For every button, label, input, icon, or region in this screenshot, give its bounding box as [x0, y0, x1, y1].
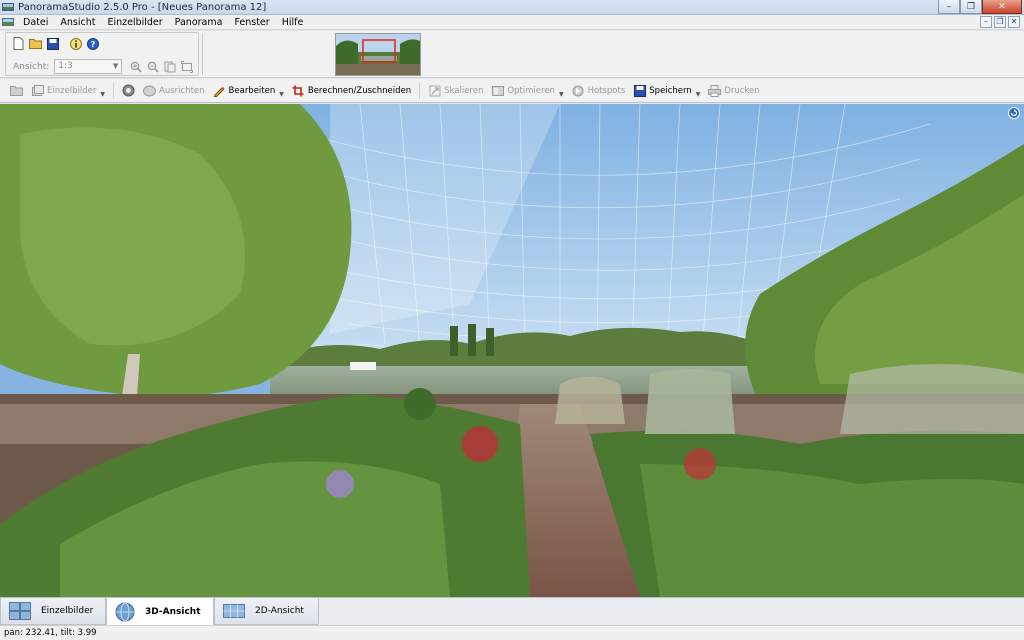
globe-icon: [115, 602, 135, 621]
bearbeiten-label: Bearbeiten: [228, 85, 276, 96]
einzelbilder-label: Einzelbilder: [47, 85, 97, 96]
app-logo-icon: [2, 3, 14, 11]
minimize-button[interactable]: –: [938, 0, 960, 14]
open-folder-icon[interactable]: [29, 37, 42, 50]
menu-fenster[interactable]: Fenster: [228, 15, 275, 30]
file-icon-row: ?: [12, 37, 99, 50]
info-icon[interactable]: [69, 37, 82, 50]
window-title: PanoramaStudio 2.5.0 Pro - [Neues Panora…: [18, 1, 267, 13]
skalieren-button[interactable]: Skalieren: [424, 81, 487, 101]
panorama-3d-viewport[interactable]: [0, 104, 1024, 597]
printer-icon: [708, 84, 722, 97]
zoom-value: 1:3: [58, 61, 73, 71]
folder-image-icon: [10, 86, 23, 96]
tab-einzelbilder-label: Einzelbilder: [41, 606, 94, 616]
new-file-icon[interactable]: [12, 37, 25, 50]
bearbeiten-button[interactable]: Bearbeiten ▼: [209, 81, 288, 101]
svg-text:?: ?: [90, 40, 95, 49]
toolbar-divider: [202, 33, 203, 75]
panorama-scene: [0, 104, 1024, 597]
tab-2d-ansicht-label: 2D-Ansicht: [255, 606, 304, 616]
edit-pencil-icon: [213, 84, 226, 97]
images-icon: [31, 84, 44, 97]
menu-datei[interactable]: Datei: [17, 15, 54, 30]
main-toolbar: ? Ansicht: 1:3 ▼: [0, 31, 1024, 78]
add-images-button[interactable]: [0, 81, 27, 101]
help-icon[interactable]: ?: [86, 37, 99, 50]
title-bar: PanoramaStudio 2.5.0 Pro - [Neues Panora…: [0, 0, 1024, 15]
drucken-button[interactable]: Drucken: [704, 81, 763, 101]
doc-minimize-button[interactable]: –: [980, 16, 992, 28]
optimize-icon: [491, 84, 504, 97]
view-tab-bar: Einzelbilder 3D-Ansicht 2D-Ansicht: [0, 597, 1024, 626]
hotspots-label: Hotspots: [587, 85, 626, 96]
zoom-out-icon[interactable]: [146, 60, 159, 73]
berechnen-zuschneiden-button[interactable]: Berechnen/Zuschneiden: [288, 81, 415, 101]
bearbeiten-dropdown-icon[interactable]: ▼: [279, 91, 284, 98]
tab-einzelbilder[interactable]: Einzelbilder: [0, 598, 106, 625]
optimieren-label: Optimieren: [507, 85, 555, 96]
navigator-preview: [336, 34, 420, 75]
zoom-label: Ansicht:: [13, 61, 50, 72]
status-bar: pan: 232.41, tilt: 3.99: [0, 625, 1024, 640]
tab-3d-ansicht-label: 3D-Ansicht: [145, 606, 201, 617]
zoom-fit-icon[interactable]: [180, 60, 193, 73]
toolbar-separator: [113, 82, 115, 99]
save-disk-icon: [633, 84, 646, 97]
menu-panorama[interactable]: Panorama: [169, 15, 229, 30]
optimieren-button[interactable]: Optimieren ▼: [487, 81, 567, 101]
drucken-label: Drucken: [724, 85, 760, 96]
berechnen-label: Berechnen/Zuschneiden: [307, 85, 412, 96]
doc-restore-button[interactable]: ❐: [994, 16, 1006, 28]
tab-3d-ansicht[interactable]: 3D-Ansicht: [106, 598, 214, 626]
flat-panorama-icon: [223, 604, 245, 618]
speichern-button[interactable]: Speichern ▼: [629, 81, 704, 101]
lens-icon: [122, 84, 135, 97]
zoom-in-icon[interactable]: [129, 60, 142, 73]
ausrichten-button[interactable]: Ausrichten: [139, 81, 209, 101]
maximize-button[interactable]: ❐: [960, 0, 982, 14]
reset-view-icon[interactable]: [1008, 107, 1020, 119]
optimieren-dropdown-icon[interactable]: ▼: [559, 91, 564, 98]
chevron-down-icon: ▼: [112, 62, 119, 70]
einzelbilder-dropdown-icon[interactable]: ▼: [100, 91, 105, 98]
speichern-label: Speichern: [649, 85, 692, 96]
menu-hilfe[interactable]: Hilfe: [276, 15, 310, 30]
align-icon: [143, 84, 157, 97]
zoom-tools: [129, 60, 193, 73]
window-controls: – ❐ ✕: [938, 0, 1022, 14]
image-grid-icon: [9, 602, 31, 620]
zoom-row: Ansicht: 1:3 ▼: [13, 59, 193, 74]
workflow-toolbar: Einzelbilder ▼ Ausrichten Bearbeiten ▼ B…: [0, 79, 1024, 103]
skalieren-label: Skalieren: [444, 85, 484, 96]
tab-2d-ansicht[interactable]: 2D-Ansicht: [214, 598, 319, 625]
lens-settings-button[interactable]: [118, 81, 139, 101]
zoom-original-icon[interactable]: [163, 60, 176, 73]
menu-ansicht[interactable]: Ansicht: [54, 15, 101, 30]
panorama-navigator-thumbnail[interactable]: [335, 33, 421, 76]
zoom-select[interactable]: 1:3 ▼: [54, 59, 123, 74]
pan-tilt-readout: pan: 232.41, tilt: 3.99: [4, 628, 97, 638]
hotspots-button[interactable]: Hotspots: [568, 81, 630, 101]
toolbar-panel: ? Ansicht: 1:3 ▼: [5, 32, 199, 76]
speichern-dropdown-icon[interactable]: ▼: [696, 91, 701, 98]
menu-einzelbilder[interactable]: Einzelbilder: [101, 15, 168, 30]
hotspot-icon: [572, 84, 585, 97]
save-disk-icon[interactable]: [46, 37, 59, 50]
einzelbilder-button[interactable]: Einzelbilder ▼: [27, 81, 109, 101]
scale-icon: [428, 84, 441, 97]
menu-bar: Datei Ansicht Einzelbilder Panorama Fens…: [0, 15, 1024, 30]
doc-close-button[interactable]: ✕: [1008, 16, 1020, 28]
document-window-controls: – ❐ ✕: [980, 16, 1020, 28]
ausrichten-label: Ausrichten: [159, 85, 205, 96]
close-button[interactable]: ✕: [982, 0, 1022, 14]
crop-icon: [292, 84, 305, 97]
panorama-studio-window: PanoramaStudio 2.5.0 Pro - [Neues Panora…: [0, 0, 1024, 640]
document-icon[interactable]: [2, 16, 14, 28]
toolbar-separator: [419, 82, 421, 99]
